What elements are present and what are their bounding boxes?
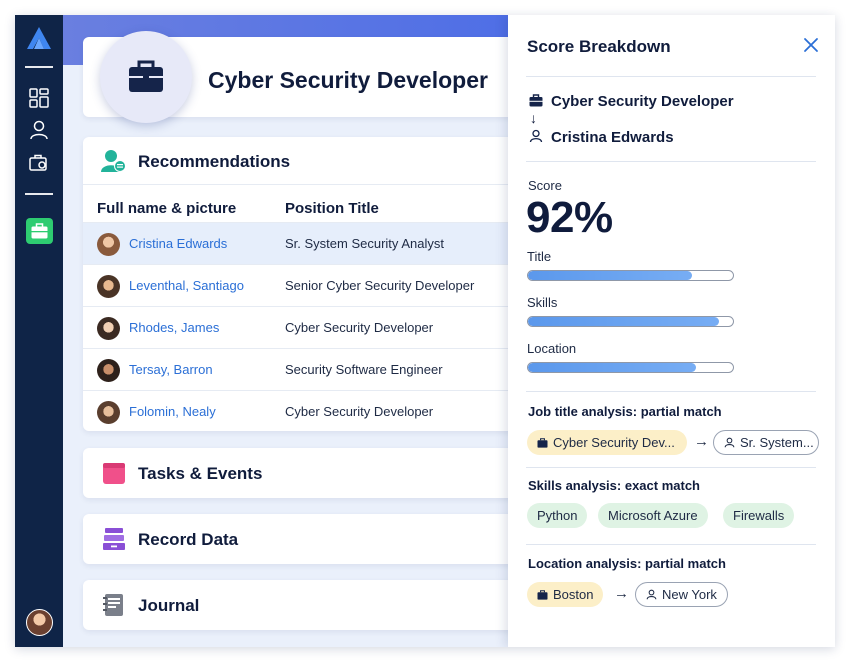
briefcase-icon (537, 438, 548, 448)
job-avatar (100, 31, 192, 123)
candidate-name-link[interactable]: Rhodes, James (129, 320, 219, 335)
score-breakdown-panel: Score Breakdown Cyber Security Developer… (508, 15, 835, 647)
stack-icon (103, 528, 125, 550)
candidate-title-chip[interactable]: Sr. System... (713, 430, 819, 455)
sidebar-divider (25, 193, 53, 195)
divider (526, 544, 816, 545)
recommendations-header: Recommendations (83, 137, 523, 185)
app-logo-icon[interactable] (27, 27, 51, 49)
panel-job-title: Cyber Security Developer (551, 93, 734, 110)
column-header-position[interactable]: Position Title (285, 200, 379, 217)
section-label: Tasks & Events (138, 464, 263, 483)
current-user-avatar[interactable] (26, 609, 53, 636)
main-content: Cyber Security Developer Recommendations… (63, 15, 523, 647)
user-icon (646, 589, 657, 600)
skill-chip-firewalls[interactable]: Firewalls (723, 503, 795, 528)
panel-candidate-line: Cristina Edwards (529, 129, 674, 146)
sidebar-item-jobs[interactable] (26, 218, 53, 244)
location-score-fill (528, 363, 697, 372)
divider (526, 467, 816, 468)
avatar (97, 401, 120, 424)
right-arrow-icon: → (614, 585, 629, 602)
briefcase-icon (537, 590, 548, 600)
section-label: Journal (138, 596, 200, 615)
skills-score-fill (528, 317, 719, 326)
user-icon (724, 437, 735, 448)
avatar (97, 233, 120, 256)
job-location-chip[interactable]: Boston (527, 582, 604, 607)
bar-label-location: Location (527, 341, 577, 356)
position-title: Sr. System Security Analyst (285, 236, 444, 251)
right-arrow-icon: → (694, 433, 709, 450)
user-icon[interactable] (29, 120, 49, 140)
tasks-events-section[interactable]: Tasks & Events (83, 448, 523, 498)
table-row[interactable]: Tersay, Barron Security Software Enginee… (83, 348, 523, 390)
recommendations-card: Recommendations Full name & picture Posi… (83, 137, 523, 431)
briefcase-icon (129, 60, 163, 92)
skill-chip-azure[interactable]: Microsoft Azure (598, 503, 708, 528)
recommendations-title: Recommendations (138, 152, 291, 171)
record-data-section[interactable]: Record Data (83, 514, 523, 564)
avatar (97, 317, 120, 340)
skill-chip-python[interactable]: Python (527, 503, 588, 528)
title-score-bar (527, 270, 734, 281)
chip-text: Boston (553, 587, 594, 602)
score-label: Score (528, 178, 562, 193)
journal-icon (103, 594, 123, 616)
candidate-name-link[interactable]: Tersay, Barron (129, 362, 213, 377)
location-score-bar (527, 362, 734, 373)
candidate-name-link[interactable]: Folomin, Nealy (129, 404, 216, 419)
table-row[interactable]: Rhodes, James Cyber Security Developer (83, 306, 523, 348)
position-title: Cyber Security Developer (285, 404, 434, 419)
candidate-name-link[interactable]: Cristina Edwards (129, 236, 227, 251)
sidebar-divider (25, 66, 53, 68)
recommendation-user-icon (101, 150, 126, 172)
divider (526, 391, 816, 392)
panel-title: Score Breakdown (527, 37, 671, 56)
page-title: Cyber Security Developer (208, 67, 488, 93)
bar-label-skills: Skills (527, 295, 558, 310)
journal-section[interactable]: Journal (83, 580, 523, 630)
chip-text: Sr. System... (740, 435, 814, 450)
chip-text: New York (662, 587, 717, 602)
column-header-name[interactable]: Full name & picture (97, 200, 236, 217)
calendar-icon (103, 463, 125, 484)
divider (526, 161, 816, 162)
avatar (97, 359, 120, 382)
briefcase-icon (529, 94, 543, 107)
sidebar (15, 15, 63, 647)
chip-text: Cyber Security Dev... (553, 435, 675, 450)
section-label: Record Data (138, 530, 239, 549)
app-window: Cyber Security Developer Recommendations… (15, 15, 835, 647)
briefcase-icon (31, 223, 48, 239)
table-row[interactable]: Folomin, Nealy Cyber Security Developer (83, 390, 523, 431)
table-row[interactable]: Cristina Edwards Sr. System Security Ana… (83, 222, 523, 264)
position-title: Security Software Engineer (285, 362, 443, 377)
skills-analysis-title: Skills analysis: exact match (528, 478, 700, 493)
title-score-fill (528, 271, 692, 280)
job-title-chip[interactable]: Cyber Security Dev... (527, 430, 687, 455)
close-icon[interactable] (802, 36, 820, 54)
avatar (97, 275, 120, 298)
candidate-name-link[interactable]: Leventhal, Santiago (129, 278, 244, 293)
table-row[interactable]: Leventhal, Santiago Senior Cyber Securit… (83, 264, 523, 306)
down-arrow-icon: ↓ (530, 110, 537, 126)
panel-candidate-name: Cristina Edwards (551, 129, 674, 146)
divider (526, 76, 816, 77)
skills-score-bar (527, 316, 734, 327)
score-value: 92% (526, 193, 613, 242)
dashboard-icon[interactable] (29, 88, 49, 108)
position-title: Senior Cyber Security Developer (285, 278, 475, 293)
panel-job-line: Cyber Security Developer (529, 93, 734, 110)
job-title-analysis-title: Job title analysis: partial match (528, 404, 722, 419)
position-title: Cyber Security Developer (285, 320, 434, 335)
job-search-icon[interactable] (29, 153, 49, 173)
location-analysis-title: Location analysis: partial match (528, 556, 726, 571)
candidate-location-chip[interactable]: New York (635, 582, 728, 607)
bar-label-title: Title (527, 249, 552, 264)
user-icon (529, 129, 543, 143)
